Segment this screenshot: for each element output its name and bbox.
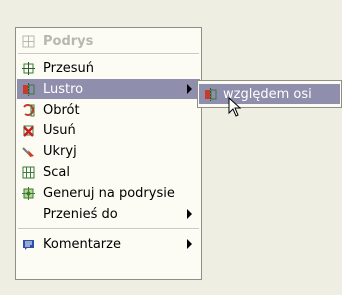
submenu-arrow-icon xyxy=(187,209,192,219)
rotate-icon xyxy=(22,103,35,117)
submenu-arrow-icon xyxy=(187,84,192,94)
menu-item-generuj[interactable]: Generuj na podrysie xyxy=(17,183,200,203)
menu-header-label: Podrys xyxy=(43,33,94,49)
menu-item-label: Obrót xyxy=(43,102,80,118)
menu-item-label: Przenieś do xyxy=(43,206,118,222)
menu-item-label: Generuj na podrysie xyxy=(43,185,175,201)
menu-item-komentarze[interactable]: Komentarze xyxy=(17,234,200,254)
delete-icon xyxy=(22,124,35,137)
mouse-pointer-icon xyxy=(228,96,242,121)
menu-item-scal[interactable]: Scal xyxy=(17,162,200,182)
menu-item-label: Usuń xyxy=(43,122,76,138)
menu-item-ukryj[interactable]: Ukryj xyxy=(17,141,200,161)
menu-item-usun[interactable]: Usuń xyxy=(17,120,200,140)
menu-item-obrot[interactable]: Obrót xyxy=(17,100,200,120)
layout-grid-icon xyxy=(22,35,35,48)
menu-item-label: Lustro xyxy=(43,81,84,97)
menu-item-label: Przesuń xyxy=(43,60,95,76)
menu-item-przenies-do[interactable]: Przenieś do xyxy=(17,204,200,224)
menu-separator xyxy=(18,228,199,230)
submenu-arrow-icon xyxy=(187,239,192,249)
submenu-lustro: względem osi xyxy=(197,80,342,108)
menu-separator xyxy=(18,53,199,55)
context-menu: Podrys Przesuń Lustro Obrót Usuń Ukryj S… xyxy=(15,27,202,280)
menu-header-podrys: Podrys xyxy=(17,31,200,51)
comment-icon xyxy=(22,238,35,251)
mirror-icon xyxy=(22,82,35,96)
menu-item-lustro[interactable]: Lustro xyxy=(17,79,200,99)
move-icon xyxy=(22,61,35,75)
menu-item-label: Komentarze xyxy=(43,236,121,252)
mirror-icon xyxy=(204,87,217,101)
merge-icon xyxy=(22,166,35,179)
generate-icon xyxy=(22,186,35,200)
hide-icon xyxy=(22,145,35,158)
menu-item-label: Scal xyxy=(43,164,70,180)
empty-icon-slot xyxy=(22,208,35,221)
menu-item-przesun[interactable]: Przesuń xyxy=(17,58,200,78)
submenu-item-wzgledem-osi[interactable]: względem osi xyxy=(199,84,340,104)
menu-item-label: Ukryj xyxy=(43,143,77,159)
